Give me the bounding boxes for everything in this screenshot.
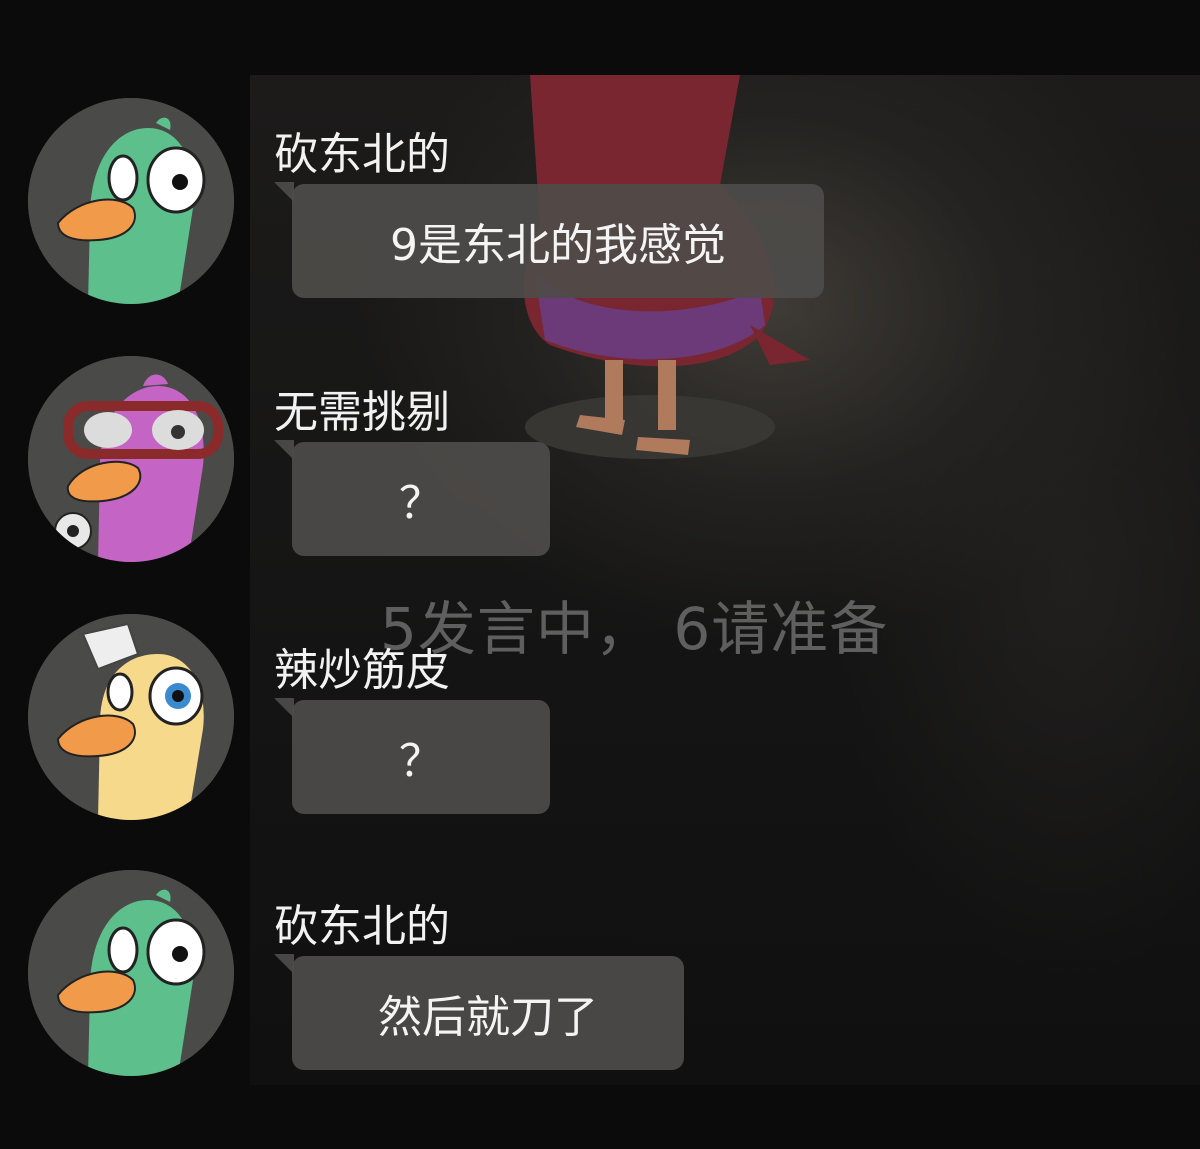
game-screen: 5发言中， 6请准备 砍东北的 9是东北的我感觉 无需挑剔 ？ 辣炒筋皮 ？ 砍… — [0, 0, 1200, 1149]
green-duck-avatar[interactable] — [28, 98, 234, 304]
username: 无需挑剔 — [274, 387, 450, 438]
message-bubble: ？ — [274, 440, 550, 556]
message-bubble: ？ — [274, 698, 550, 814]
green-duck-avatar[interactable] — [28, 870, 234, 1076]
username: 砍东北的 — [274, 901, 450, 952]
yellow-duck-avatar[interactable] — [28, 614, 234, 820]
username: 辣炒筋皮 — [274, 645, 450, 696]
turn-announcement: 5发言中， 6请准备 — [380, 595, 889, 663]
username: 砍东北的 — [274, 129, 450, 180]
message-bubble: 然后就刀了 — [274, 954, 684, 1070]
message-bubble: 9是东北的我感觉 — [274, 182, 824, 298]
purple-duck-goggles-avatar[interactable] — [28, 356, 234, 562]
